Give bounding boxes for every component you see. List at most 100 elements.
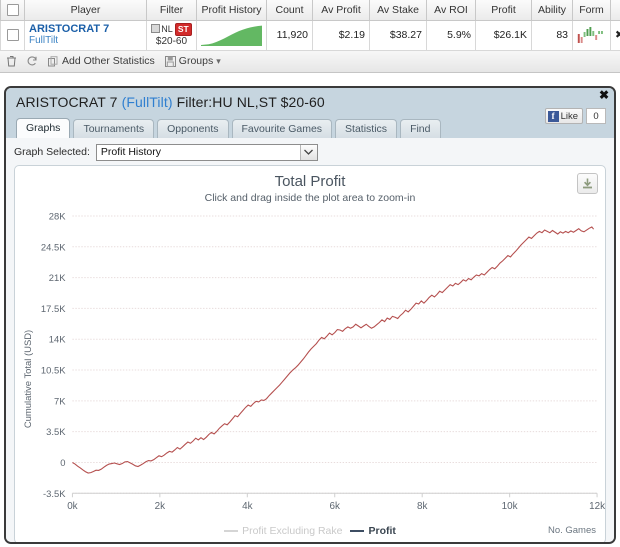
tab-opponents[interactable]: Opponents: [157, 119, 229, 138]
legend-swatch-excluding-rake: [224, 530, 239, 532]
tab-tournaments[interactable]: Tournaments: [73, 119, 155, 138]
refresh-icon: [27, 56, 37, 66]
facebook-like-widget: f Like 0: [544, 108, 606, 124]
header-profit-history[interactable]: Profit History: [196, 0, 267, 21]
x-tick-label: 10k: [502, 501, 518, 512]
filter-badges: NL ST: [151, 22, 192, 36]
row-checkbox[interactable]: [6, 29, 19, 42]
chart-axes: [71, 492, 598, 498]
select-all-checkbox[interactable]: [6, 3, 19, 16]
remove-row-button[interactable]: ✖: [610, 19, 620, 51]
player-cell[interactable]: ARISTOCRAT 7 FullTilt: [24, 19, 147, 51]
ability-cell: 83: [531, 19, 573, 51]
delete-button[interactable]: [6, 55, 17, 67]
y-tick-label: 28K: [49, 210, 66, 221]
table-type-badge: ST: [174, 22, 192, 36]
header-profit[interactable]: Profit: [475, 0, 532, 21]
y-tick-label: -3.5K: [43, 488, 66, 499]
refresh-button[interactable]: [27, 55, 38, 67]
stats-table: Player Filter Profit History Count Av Pr…: [0, 0, 620, 51]
chart-title: Total Profit: [274, 173, 346, 190]
copy-icon: [48, 55, 58, 66]
groups-button[interactable]: Groups ▾: [164, 55, 221, 67]
facebook-like-count: 0: [586, 108, 606, 124]
header-ability[interactable]: Ability: [531, 0, 573, 21]
chart-legend: Profit Excluding Rake Profit: [15, 525, 605, 537]
x-tick-label: 4k: [242, 501, 252, 512]
y-tick-label: 0: [60, 457, 65, 468]
header-actions: [610, 0, 620, 21]
av-stake-cell: $38.27: [369, 19, 427, 51]
y-tick-label: 24.5K: [41, 241, 66, 252]
header-av-roi[interactable]: Av ROI: [426, 0, 476, 21]
form-cell: [572, 19, 611, 51]
download-icon[interactable]: [577, 173, 598, 194]
dialog-body: Graph Selected: Profit History Total Pro…: [6, 138, 614, 542]
dialog-tabs: Graphs Tournaments Opponents Favourite G…: [16, 118, 441, 138]
profit-cell: $26.1K: [475, 19, 532, 51]
y-tick-label: 7K: [54, 395, 66, 406]
player-stats-grid: Player Filter Profit History Count Av Pr…: [0, 0, 620, 51]
y-tick-label: 3.5K: [46, 426, 66, 437]
groups-label: Groups: [178, 55, 214, 67]
chart-panel: Total Profit Click and drag inside the p…: [14, 165, 606, 543]
stakes-label: $20-60: [155, 35, 188, 47]
game-type-badge: NL: [151, 23, 173, 35]
x-tick-label: 6k: [330, 501, 340, 512]
dialog-title: ARISTOCRAT 7 (FullTilt) Filter:HU NL,ST …: [16, 94, 606, 110]
y-tick-label: 17.5K: [41, 303, 66, 314]
legend-label-profit: Profit: [368, 525, 396, 537]
tab-find[interactable]: Find: [400, 119, 441, 138]
player-site[interactable]: FullTilt: [29, 35, 142, 47]
chart-y-axis-label: Cumulative Total (USD): [22, 330, 33, 428]
header-form[interactable]: Form: [572, 0, 611, 21]
header-av-profit[interactable]: Av Profit: [312, 0, 370, 21]
player-name[interactable]: ARISTOCRAT 7: [29, 23, 142, 35]
x-tick-label: 12k: [589, 501, 605, 512]
add-other-statistics-button[interactable]: Add Other Statistics: [48, 55, 155, 67]
graph-select-label: Graph Selected:: [14, 146, 90, 158]
add-other-statistics-label: Add Other Statistics: [62, 55, 155, 67]
player-report-dialog: ARISTOCRAT 7 (FullTilt) Filter:HU NL,ST …: [4, 86, 616, 544]
game-type-icon: [151, 24, 161, 33]
legend-item-profit-excluding-rake[interactable]: Profit Excluding Rake: [224, 525, 342, 537]
tab-statistics[interactable]: Statistics: [335, 119, 398, 138]
profit-chart-svg[interactable]: -3.5K 0 3.5K 7K 10.5K 14K 17.5K 21K 24.5K 28K 0k 2…: [15, 210, 605, 543]
tab-favourite-games[interactable]: Favourite Games: [231, 119, 333, 138]
dialog-header: ARISTOCRAT 7 (FullTilt) Filter:HU NL,ST …: [6, 88, 614, 138]
header-av-stake[interactable]: Av Stake: [369, 0, 427, 21]
profit-history-cell: [196, 19, 267, 51]
close-icon[interactable]: ✖: [599, 89, 609, 101]
av-roi-cell: 5.9%: [426, 19, 476, 51]
chart-subtitle: Click and drag inside the plot area to z…: [204, 192, 416, 204]
chart-gridlines: [72, 215, 598, 494]
row-select-cell[interactable]: [0, 19, 25, 51]
facebook-like-button[interactable]: f Like: [544, 108, 583, 124]
table-header-row: Player Filter Profit History Count Av Pr…: [0, 0, 620, 21]
x-tick-label: 0k: [67, 501, 77, 512]
header-select-all[interactable]: [0, 0, 25, 21]
form-sparkline: [577, 27, 603, 43]
save-icon: [164, 55, 176, 67]
chevron-down-icon[interactable]: [299, 144, 317, 160]
y-tick-label: 21K: [49, 272, 66, 283]
plot-area[interactable]: -3.5K 0 3.5K 7K 10.5K 14K 17.5K 21K 24.5K 28K 0k 2…: [15, 210, 605, 543]
dialog-title-site[interactable]: (FullTilt): [122, 94, 173, 110]
header-count[interactable]: Count: [266, 0, 313, 21]
groups-caret-icon: ▾: [216, 55, 221, 66]
profit-history-sparkline: [201, 25, 262, 46]
legend-swatch-profit: [350, 530, 365, 532]
graph-select-row: Graph Selected: Profit History: [14, 143, 606, 161]
header-player[interactable]: Player: [24, 0, 147, 21]
table-row[interactable]: ARISTOCRAT 7 FullTilt NL ST $20-60 11,920…: [0, 19, 620, 51]
chart-y-tick-labels: -3.5K 0 3.5K 7K 10.5K 14K 17.5K 21K 24.5K 28K: [41, 210, 66, 498]
legend-item-profit[interactable]: Profit: [350, 525, 396, 537]
count-cell: 11,920: [266, 19, 313, 51]
x-tick-label: 8k: [417, 501, 427, 512]
filter-cell[interactable]: NL ST $20-60: [146, 19, 197, 51]
chart-x-axis-label: No. Games: [547, 525, 596, 536]
header-filter[interactable]: Filter: [146, 0, 197, 21]
dialog-title-player: ARISTOCRAT 7: [16, 94, 118, 110]
graph-select-dropdown[interactable]: Profit History: [95, 143, 318, 161]
tab-graphs[interactable]: Graphs: [16, 118, 71, 138]
